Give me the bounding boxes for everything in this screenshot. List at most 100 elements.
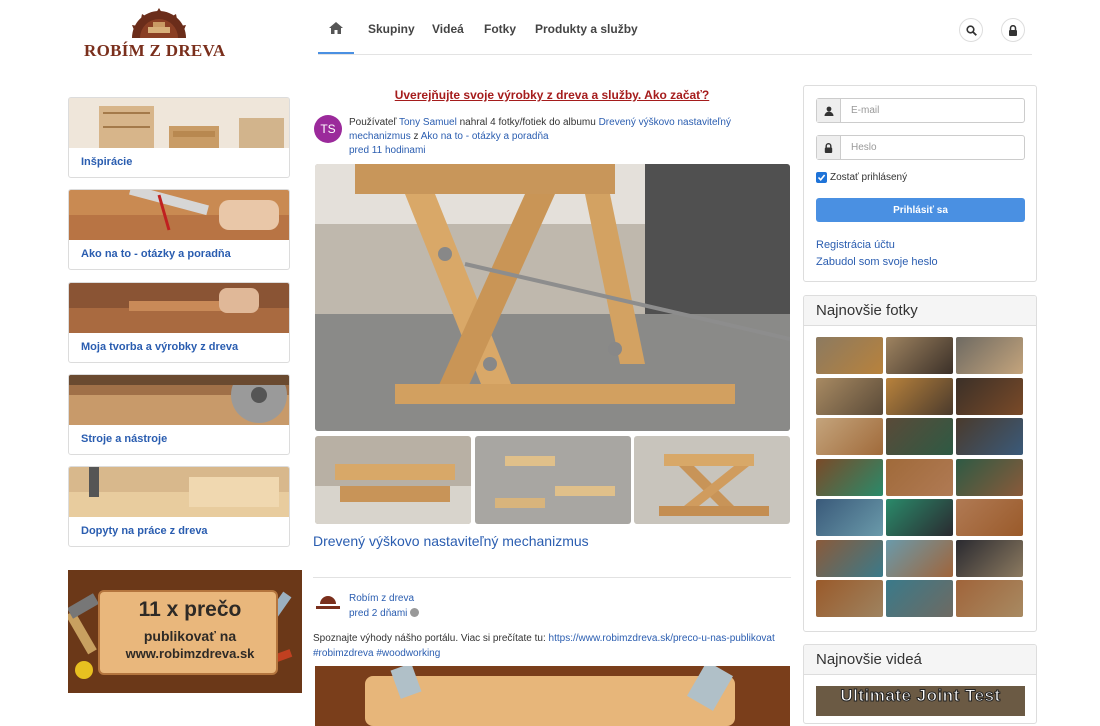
post-time-text[interactable]: pred 2 dňami <box>349 608 407 619</box>
photo-thumbnail[interactable] <box>816 377 883 415</box>
category-image <box>69 98 289 148</box>
home-icon <box>329 22 343 34</box>
category-card-inspiration[interactable]: Inšpirácie <box>68 97 290 178</box>
nav-item-photos[interactable]: Fotky <box>484 12 516 54</box>
saw-blade-icon <box>132 8 186 38</box>
photo-thumbnail[interactable] <box>886 539 953 577</box>
avatar[interactable]: TS <box>314 115 342 143</box>
photo-thumbnail[interactable] <box>956 377 1023 415</box>
group-link[interactable]: Ako na to - otázky a poradňa <box>421 131 549 142</box>
photo-thumbnail[interactable] <box>956 580 1023 617</box>
nav-item-videos[interactable]: Videá <box>432 12 464 54</box>
category-label: Inšpirácie <box>81 156 133 168</box>
post-action: nahral 4 fotky/fotiek do albumu <box>459 117 596 128</box>
panel-title: Najnovšie fotky <box>804 296 1036 326</box>
post-author-link[interactable]: Robím z dreva <box>349 593 414 604</box>
banner-title: 11 x prečo <box>138 598 242 621</box>
logo-text: ROBÍM Z DREVA <box>84 41 226 60</box>
photo-thumbnail[interactable] <box>956 337 1023 374</box>
category-image <box>69 375 289 425</box>
email-field[interactable] <box>841 99 1024 122</box>
photo-thumbnail[interactable] <box>886 458 953 496</box>
photo-thumbnail[interactable] <box>886 377 953 415</box>
category-card-machines[interactable]: Stroje a nástroje <box>68 374 290 455</box>
banner-board: 11 x prečo publikovať na www.robimzdreva… <box>98 590 278 675</box>
lock-icon <box>817 136 841 159</box>
site-logo[interactable]: ROBÍM Z DREVA <box>84 8 234 60</box>
category-card-requests[interactable]: Dopyty na práce z dreva <box>68 466 290 547</box>
photo-thumbnail[interactable] <box>886 499 953 536</box>
photo-thumbnail[interactable] <box>956 539 1023 577</box>
photo-thumbnail[interactable] <box>816 418 883 455</box>
user-icon <box>817 99 841 122</box>
post-time[interactable]: pred 11 hodinami <box>349 145 426 156</box>
login-button[interactable] <box>1001 18 1025 42</box>
latest-videos-panel: Najnovšie videá Ultimate Joint Test <box>803 644 1037 724</box>
post-image[interactable] <box>315 666 790 726</box>
photo-thumbnail[interactable] <box>956 499 1023 536</box>
password-field[interactable] <box>841 136 1024 159</box>
category-label: Dopyty na práce z dreva <box>81 525 208 537</box>
post-text: Spoznajte výhody nášho portálu. Viac si … <box>313 631 791 661</box>
video-title: Ultimate Joint Test <box>840 686 1001 706</box>
post-connector: z <box>413 131 419 142</box>
banner-subtitle: publikovať na <box>143 628 237 644</box>
post-meta: Používateľ Tony Samuel nahral 4 fotky/fo… <box>349 116 789 158</box>
login-submit-button[interactable]: Prihlásiť sa <box>816 198 1025 222</box>
category-image <box>69 467 289 517</box>
category-label: Moja tvorba a výrobky z dreva <box>81 341 239 353</box>
post-url-link[interactable]: https://www.robimzdreva.sk/preco-u-nas-p… <box>549 633 775 644</box>
category-card-howto[interactable]: Ako na to - otázky a poradňa <box>68 189 290 270</box>
photo-thumbnail[interactable] <box>886 337 953 374</box>
album-thumbnail[interactable] <box>315 436 471 524</box>
lock-icon <box>1009 24 1017 36</box>
photo-thumbnail[interactable] <box>956 418 1023 455</box>
login-form: Zostať prihlásený Prihlásiť sa Registrác… <box>803 85 1037 282</box>
search-icon <box>965 24 977 36</box>
photo-thumbnail[interactable] <box>886 580 953 617</box>
register-link[interactable]: Registrácia účtu <box>816 239 895 251</box>
remember-label: Zostať prihlásený <box>830 172 908 183</box>
how-to-start-link[interactable]: Uverejňujte svoje výrobky z dreva a služ… <box>313 88 791 102</box>
photo-thumbnail[interactable] <box>886 418 953 455</box>
feed-divider <box>313 577 791 578</box>
photo-thumbnail[interactable] <box>816 337 883 374</box>
category-label: Stroje a nástroje <box>81 433 168 445</box>
category-card-my-work[interactable]: Moja tvorba a výrobky z dreva <box>68 282 290 363</box>
nav-item-groups[interactable]: Skupiny <box>368 12 415 54</box>
nav-divider <box>318 54 1032 55</box>
forgot-password-link[interactable]: Zabudol som svoje heslo <box>816 256 938 268</box>
post-body: Spoznajte výhody nášho portálu. Viac si … <box>313 633 546 644</box>
album-thumbnail[interactable] <box>634 436 790 524</box>
album-title-link[interactable]: Drevený výškovo nastaviteľný mechanizmus <box>313 533 589 549</box>
photo-thumbnail[interactable] <box>816 580 883 617</box>
post-prefix: Používateľ <box>349 117 397 128</box>
photo-thumbnail[interactable] <box>816 458 883 496</box>
photo-image <box>315 164 790 431</box>
nav-home[interactable] <box>318 12 354 54</box>
promo-banner[interactable]: 11 x prečo publikovať na www.robimzdreva… <box>68 570 302 693</box>
search-button[interactable] <box>959 18 983 42</box>
video-thumbnail[interactable]: Ultimate Joint Test <box>816 686 1025 716</box>
globe-icon <box>410 608 420 617</box>
user-link[interactable]: Tony Samuel <box>399 117 457 128</box>
password-input-group <box>816 135 1025 160</box>
photo-image <box>315 436 471 524</box>
photo-image <box>634 436 790 524</box>
photo-image <box>475 436 631 524</box>
photo-thumbnail[interactable] <box>956 458 1023 496</box>
category-image <box>69 190 289 240</box>
album-main-photo[interactable] <box>315 164 790 431</box>
author-logo-icon[interactable] <box>314 592 342 614</box>
checkbox-checked-icon[interactable] <box>816 172 827 183</box>
category-label: Ako na to - otázky a poradňa <box>81 248 231 260</box>
photo-thumbnail[interactable] <box>816 499 883 536</box>
nav-item-products[interactable]: Produkty a služby <box>535 12 638 54</box>
photo-image <box>315 666 790 726</box>
album-thumbnail[interactable] <box>475 436 631 524</box>
email-input-group <box>816 98 1025 123</box>
photo-thumbnail[interactable] <box>816 539 883 577</box>
remember-me[interactable]: Zostať prihlásený <box>816 172 907 183</box>
latest-photos-panel: Najnovšie fotky <box>803 295 1037 632</box>
post-tags[interactable]: #robimzdreva #woodworking <box>313 648 440 659</box>
